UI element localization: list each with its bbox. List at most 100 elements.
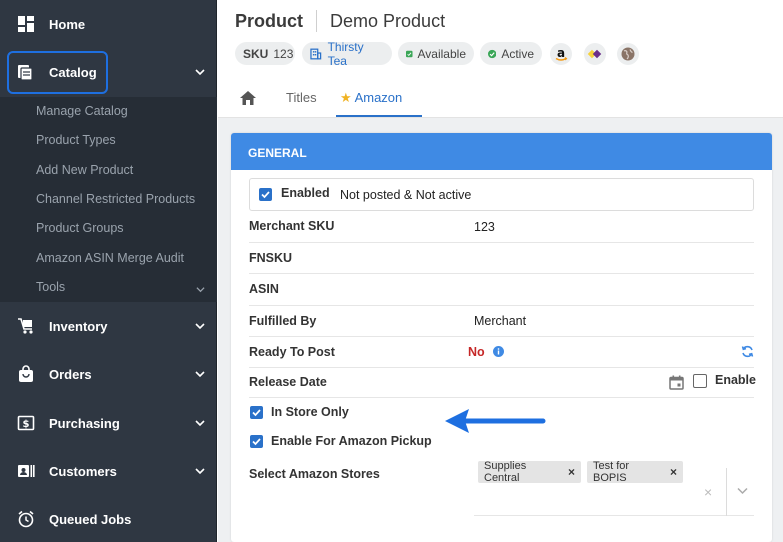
submenu-tools[interactable]: Tools <box>36 280 65 294</box>
row-divider <box>249 305 754 306</box>
title-divider <box>316 10 318 32</box>
sidebar-item-label: Orders <box>49 366 92 382</box>
product-name: Demo Product <box>330 10 446 31</box>
active-label: Active <box>501 46 534 61</box>
chevron-down-icon[interactable] <box>195 67 205 77</box>
checkmark-icon <box>252 438 261 446</box>
sidebar-item-inventory[interactable]: Inventory <box>0 302 217 350</box>
submenu-channel-restricted-products[interactable]: Channel Restricted Products <box>36 192 195 206</box>
dashboard-icon <box>17 15 35 33</box>
merchant-sku-label: Merchant SKU <box>249 219 335 233</box>
info-icon[interactable] <box>493 346 504 357</box>
dollar-doc-icon: $ <box>17 414 35 432</box>
amazon-channel-icon[interactable]: a <box>550 43 572 65</box>
tab-titles[interactable]: Titles <box>286 90 317 105</box>
submenu-asin-merge-audit[interactable]: Amazon ASIN Merge Audit <box>36 251 184 265</box>
chevron-down-icon[interactable] <box>196 285 205 294</box>
sku-key: SKU <box>243 46 269 61</box>
select-amazon-stores-label: Select Amazon Stores <box>249 467 380 481</box>
brand-chip[interactable]: Thirsty Tea <box>302 39 392 68</box>
annotation-arrow <box>445 409 546 433</box>
release-date-enable-label: Enable <box>715 373 756 387</box>
release-date-label: Release Date <box>249 375 327 389</box>
building-icon <box>310 48 322 59</box>
active-tab-indicator <box>336 115 422 117</box>
shopping-bag-icon <box>17 365 35 383</box>
sidebar-item-customers[interactable]: Customers <box>0 447 217 495</box>
chevron-down-icon[interactable] <box>195 369 205 379</box>
svg-text:$: $ <box>23 419 30 430</box>
check-circle-icon <box>488 49 497 58</box>
chevron-down-icon[interactable] <box>195 321 205 331</box>
tab-amazon-label: Amazon <box>354 90 403 105</box>
row-divider <box>249 367 754 368</box>
submenu-product-groups[interactable]: Product Groups <box>36 221 124 235</box>
globe-icon[interactable] <box>617 43 639 65</box>
sidebar-item-label: Inventory <box>49 318 108 334</box>
diamond-channel-icon[interactable] <box>584 43 606 65</box>
remove-store-icon[interactable]: × <box>568 465 575 479</box>
remove-store-icon[interactable]: × <box>670 465 677 479</box>
calendar-icon[interactable] <box>669 375 684 390</box>
check-square-icon <box>406 50 413 57</box>
cart-icon <box>17 317 35 335</box>
store-chip: Supplies Central × <box>478 460 581 484</box>
submenu-add-new-product[interactable]: Add New Product <box>36 163 133 177</box>
sidebar-item-label: Home <box>49 16 86 32</box>
checkmark-icon <box>261 191 270 199</box>
row-divider <box>249 397 754 398</box>
chevron-down-icon[interactable] <box>195 466 205 476</box>
row-divider <box>249 242 754 243</box>
tab-amazon[interactable]: ★ Amazon <box>340 90 402 106</box>
sku-value: 123 <box>273 46 294 61</box>
row-divider <box>249 336 754 337</box>
sidebar-item-label: Queued Jobs <box>49 511 132 527</box>
sidebar-item-label: Purchasing <box>49 415 120 431</box>
store-chip-label: Test for BOPIS <box>593 460 630 484</box>
select-divider <box>726 468 727 516</box>
sidebar-item-home[interactable]: Home <box>0 0 217 48</box>
enabled-checkbox[interactable] <box>259 188 272 201</box>
amazon-pickup-checkbox[interactable] <box>250 435 263 448</box>
sidebar-item-orders[interactable]: Orders <box>0 350 217 398</box>
chevron-down-icon[interactable] <box>195 418 205 428</box>
star-icon: ★ <box>340 90 352 105</box>
available-label: Available <box>417 46 466 61</box>
store-chip-label: Supplies Central <box>484 460 527 484</box>
release-date-enable-checkbox[interactable] <box>693 374 707 388</box>
in-store-only-checkbox[interactable] <box>250 406 263 419</box>
page-title: Product <box>235 10 304 31</box>
submenu-manage-catalog[interactable]: Manage Catalog <box>36 104 128 118</box>
store-chip: Test for BOPIS × <box>587 460 683 484</box>
brand-name: Thirsty Tea <box>327 39 364 68</box>
merchant-sku-value: 123 <box>474 220 495 234</box>
sidebar-item-label: Customers <box>49 463 117 479</box>
asin-label: ASIN <box>249 282 279 296</box>
contacts-icon <box>17 462 35 480</box>
ready-to-post-value: No <box>468 345 485 359</box>
fnsku-label: FNSKU <box>249 251 293 265</box>
home-icon[interactable] <box>239 90 257 106</box>
amazon-pickup-label: Enable For Amazon Pickup <box>271 434 432 448</box>
page-title-row: Product Demo Product <box>235 10 445 32</box>
svg-text:a: a <box>557 46 565 60</box>
active-chip: Active <box>480 42 542 65</box>
enabled-status: Not posted & Not active <box>340 188 472 202</box>
available-chip: Available <box>398 42 474 65</box>
ready-to-post-label: Ready To Post <box>249 345 335 359</box>
catalog-highlight <box>7 51 108 94</box>
chevron-down-icon[interactable] <box>737 487 748 495</box>
clear-stores-icon[interactable]: × <box>704 484 712 500</box>
checkmark-icon <box>252 409 261 417</box>
row-divider <box>249 273 754 274</box>
general-section-header: GENERAL <box>231 133 772 170</box>
enabled-label: Enabled <box>281 186 330 200</box>
fulfilled-by-label: Fulfilled By <box>249 314 317 328</box>
fulfilled-by-value: Merchant <box>474 314 527 328</box>
sku-chip: SKU 123 <box>235 42 295 65</box>
sidebar-item-queued-jobs[interactable]: Queued Jobs <box>0 495 217 542</box>
sidebar-item-purchasing[interactable]: $ Purchasing <box>0 399 217 447</box>
alarm-clock-icon <box>17 510 35 528</box>
refresh-icon[interactable] <box>741 345 754 358</box>
submenu-product-types[interactable]: Product Types <box>36 133 116 147</box>
